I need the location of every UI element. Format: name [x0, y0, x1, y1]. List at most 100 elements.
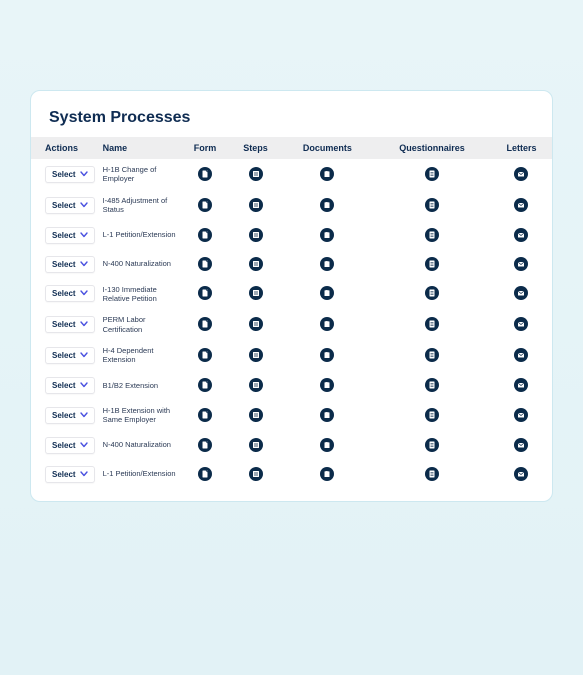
steps-icon-cell[interactable]: [229, 279, 281, 310]
steps-icon[interactable]: [249, 378, 263, 392]
select-button[interactable]: Select: [45, 316, 95, 333]
questionnaires-icon[interactable]: [425, 228, 439, 242]
form-icon-cell[interactable]: [181, 371, 230, 400]
documents-icon-cell[interactable]: [282, 460, 373, 489]
form-icon[interactable]: [198, 257, 212, 271]
steps-icon[interactable]: [249, 348, 263, 362]
select-button[interactable]: Select: [45, 197, 95, 214]
letters-icon-cell[interactable]: [491, 159, 552, 190]
documents-icon[interactable]: [320, 438, 334, 452]
questionnaires-icon[interactable]: [425, 408, 439, 422]
form-icon[interactable]: [198, 408, 212, 422]
letters-icon[interactable]: [514, 167, 528, 181]
steps-icon[interactable]: [249, 198, 263, 212]
questionnaires-icon[interactable]: [425, 198, 439, 212]
form-icon-cell[interactable]: [181, 279, 230, 310]
select-button[interactable]: Select: [45, 166, 95, 183]
form-icon-cell[interactable]: [181, 250, 230, 279]
questionnaires-icon-cell[interactable]: [373, 400, 491, 431]
form-icon[interactable]: [198, 438, 212, 452]
steps-icon[interactable]: [249, 467, 263, 481]
letters-icon[interactable]: [514, 228, 528, 242]
select-button[interactable]: Select: [45, 285, 95, 302]
documents-icon[interactable]: [320, 228, 334, 242]
select-button[interactable]: Select: [45, 347, 95, 364]
documents-icon-cell[interactable]: [282, 159, 373, 190]
steps-icon-cell[interactable]: [229, 250, 281, 279]
steps-icon-cell[interactable]: [229, 400, 281, 431]
letters-icon-cell[interactable]: [491, 400, 552, 431]
questionnaires-icon-cell[interactable]: [373, 309, 491, 340]
questionnaires-icon-cell[interactable]: [373, 431, 491, 460]
form-icon-cell[interactable]: [181, 460, 230, 489]
steps-icon-cell[interactable]: [229, 309, 281, 340]
letters-icon-cell[interactable]: [491, 371, 552, 400]
form-icon-cell[interactable]: [181, 190, 230, 221]
steps-icon[interactable]: [249, 408, 263, 422]
form-icon[interactable]: [198, 198, 212, 212]
steps-icon[interactable]: [249, 317, 263, 331]
form-icon[interactable]: [198, 467, 212, 481]
questionnaires-icon[interactable]: [425, 378, 439, 392]
letters-icon[interactable]: [514, 438, 528, 452]
steps-icon[interactable]: [249, 228, 263, 242]
steps-icon-cell[interactable]: [229, 190, 281, 221]
steps-icon[interactable]: [249, 167, 263, 181]
letters-icon[interactable]: [514, 378, 528, 392]
letters-icon-cell[interactable]: [491, 221, 552, 250]
documents-icon[interactable]: [320, 467, 334, 481]
questionnaires-icon-cell[interactable]: [373, 371, 491, 400]
questionnaires-icon[interactable]: [425, 167, 439, 181]
form-icon-cell[interactable]: [181, 159, 230, 190]
steps-icon-cell[interactable]: [229, 221, 281, 250]
questionnaires-icon[interactable]: [425, 438, 439, 452]
questionnaires-icon-cell[interactable]: [373, 460, 491, 489]
form-icon-cell[interactable]: [181, 309, 230, 340]
documents-icon[interactable]: [320, 378, 334, 392]
steps-icon[interactable]: [249, 257, 263, 271]
steps-icon-cell[interactable]: [229, 159, 281, 190]
letters-icon-cell[interactable]: [491, 431, 552, 460]
steps-icon[interactable]: [249, 286, 263, 300]
documents-icon[interactable]: [320, 317, 334, 331]
form-icon-cell[interactable]: [181, 221, 230, 250]
steps-icon-cell[interactable]: [229, 460, 281, 489]
form-icon-cell[interactable]: [181, 431, 230, 460]
form-icon[interactable]: [198, 317, 212, 331]
select-button[interactable]: Select: [45, 227, 95, 244]
select-button[interactable]: Select: [45, 437, 95, 454]
questionnaires-icon-cell[interactable]: [373, 221, 491, 250]
documents-icon-cell[interactable]: [282, 371, 373, 400]
questionnaires-icon-cell[interactable]: [373, 250, 491, 279]
questionnaires-icon[interactable]: [425, 257, 439, 271]
form-icon[interactable]: [198, 167, 212, 181]
form-icon-cell[interactable]: [181, 400, 230, 431]
form-icon[interactable]: [198, 378, 212, 392]
letters-icon[interactable]: [514, 257, 528, 271]
steps-icon-cell[interactable]: [229, 340, 281, 371]
letters-icon-cell[interactable]: [491, 190, 552, 221]
questionnaires-icon[interactable]: [425, 467, 439, 481]
letters-icon[interactable]: [514, 408, 528, 422]
letters-icon-cell[interactable]: [491, 309, 552, 340]
documents-icon-cell[interactable]: [282, 340, 373, 371]
letters-icon-cell[interactable]: [491, 250, 552, 279]
questionnaires-icon[interactable]: [425, 317, 439, 331]
documents-icon[interactable]: [320, 198, 334, 212]
questionnaires-icon-cell[interactable]: [373, 190, 491, 221]
select-button[interactable]: Select: [45, 256, 95, 273]
documents-icon[interactable]: [320, 286, 334, 300]
form-icon[interactable]: [198, 228, 212, 242]
select-button[interactable]: Select: [45, 466, 95, 483]
documents-icon[interactable]: [320, 167, 334, 181]
documents-icon-cell[interactable]: [282, 309, 373, 340]
select-button[interactable]: Select: [45, 407, 95, 424]
form-icon[interactable]: [198, 348, 212, 362]
documents-icon-cell[interactable]: [282, 431, 373, 460]
letters-icon-cell[interactable]: [491, 460, 552, 489]
letters-icon[interactable]: [514, 467, 528, 481]
documents-icon-cell[interactable]: [282, 221, 373, 250]
select-button[interactable]: Select: [45, 377, 95, 394]
documents-icon[interactable]: [320, 408, 334, 422]
documents-icon[interactable]: [320, 348, 334, 362]
